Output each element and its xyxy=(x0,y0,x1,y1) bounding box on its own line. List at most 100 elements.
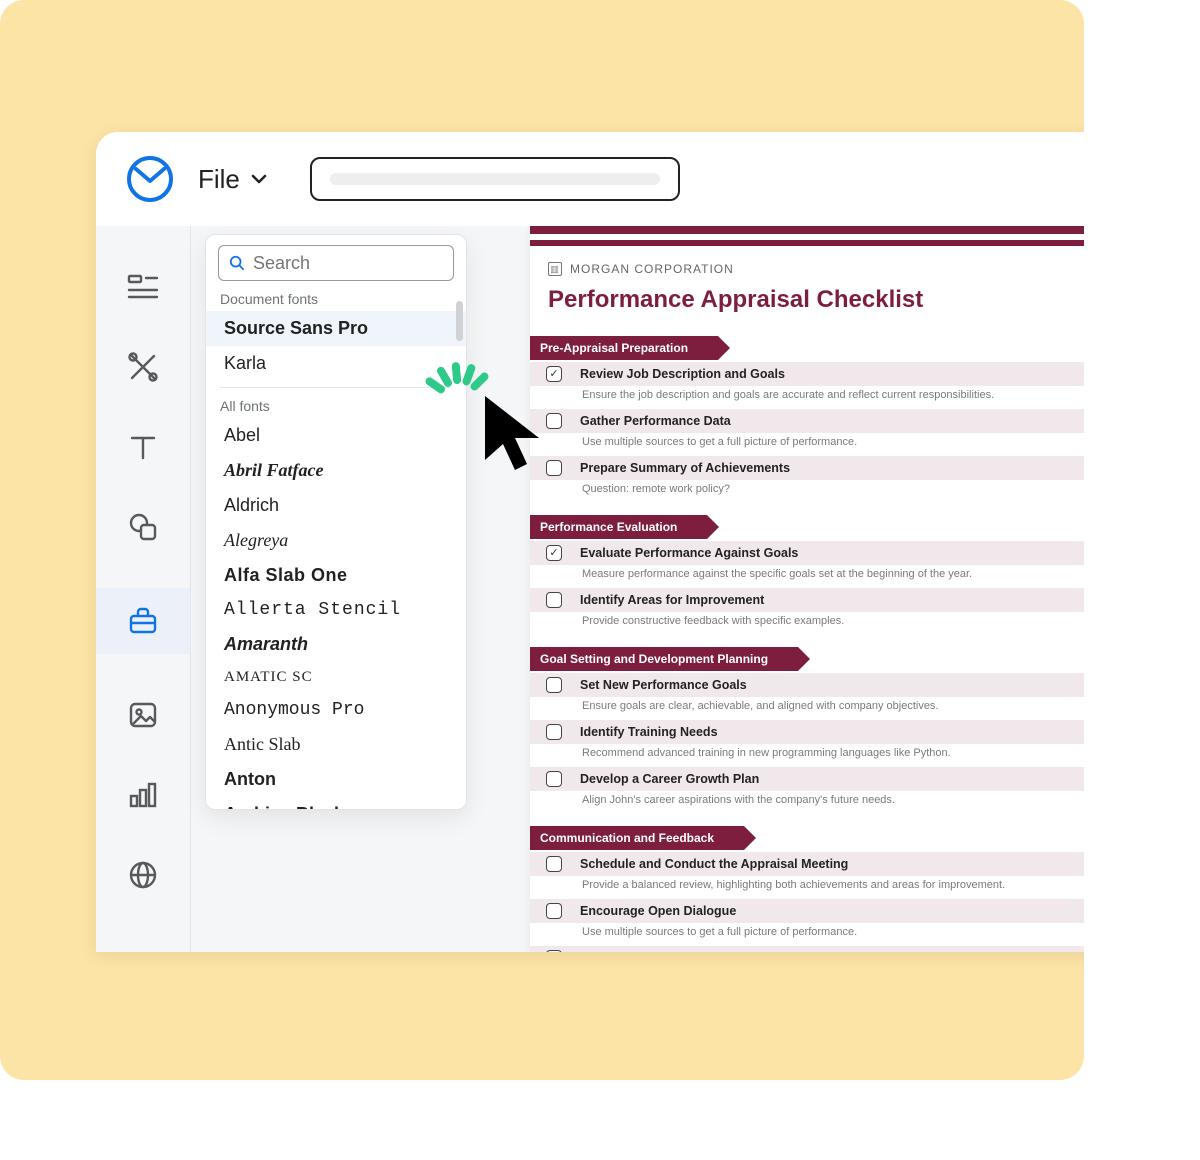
checklist-item-desc: Ensure goals are clear, achievable, and … xyxy=(530,697,1084,718)
checklist-item: Identify Training Needs xyxy=(530,720,1084,744)
font-option-anton[interactable]: Anton xyxy=(206,762,466,797)
side-panel: Document fonts Source Sans Pro Karla All… xyxy=(190,226,494,952)
app-header: File xyxy=(96,132,1084,226)
checklist-item-title: Review Job Description and Goals xyxy=(580,367,785,381)
search-icon xyxy=(229,254,245,272)
checklist-item-title: Encourage Open Dialogue xyxy=(580,904,736,918)
font-picker-popover: Document fonts Source Sans Pro Karla All… xyxy=(205,234,467,810)
font-option-allerta-stencil[interactable]: Allerta Stencil xyxy=(206,593,466,627)
font-search-input[interactable] xyxy=(218,245,454,281)
document-title: Performance Appraisal Checklist xyxy=(548,286,1072,314)
checklist-item-title: Identify Training Needs xyxy=(580,725,718,739)
left-tool-rail xyxy=(96,226,190,952)
document-sections: Pre-Appraisal Preparation Review Job Desc… xyxy=(530,336,1084,952)
section-header-label: Pre-Appraisal Preparation xyxy=(530,336,718,360)
font-divider xyxy=(220,387,452,388)
text-icon[interactable] xyxy=(124,428,162,466)
checklist-item-title: Schedule and Conduct the Appraisal Meeti… xyxy=(580,857,848,871)
app-body: Document fonts Source Sans Pro Karla All… xyxy=(96,226,1084,952)
checklist-item-title: Develop a Career Growth Plan xyxy=(580,772,759,786)
font-search-field[interactable] xyxy=(253,253,443,274)
checklist-item-title: Address Questions and Concerns xyxy=(580,951,781,952)
checklist-item-title: Set New Performance Goals xyxy=(580,678,747,692)
doc-fonts-label: Document fonts xyxy=(206,287,466,311)
checklist-item-desc: Use multiple sources to get a full pictu… xyxy=(530,433,1084,454)
checkbox[interactable] xyxy=(546,771,562,787)
checklist-item-title: Gather Performance Data xyxy=(580,414,731,428)
font-option-amatic-sc[interactable]: AMATIC SC xyxy=(206,662,466,693)
document-page: ▥ MORGAN CORPORATION Performance Apprais… xyxy=(530,226,1084,952)
globe-icon[interactable] xyxy=(124,856,162,894)
app-window: File xyxy=(96,132,1084,952)
checklist-item: Develop a Career Growth Plan xyxy=(530,767,1084,791)
checkbox[interactable] xyxy=(546,592,562,608)
font-option-source-sans-pro[interactable]: Source Sans Pro xyxy=(206,311,466,346)
checklist-item-desc: Recommend advanced training in new progr… xyxy=(530,744,1084,765)
font-option-abril-fatface[interactable]: Abril Fatface xyxy=(206,453,466,488)
tools-icon[interactable] xyxy=(124,348,162,386)
file-menu[interactable]: File xyxy=(198,164,268,195)
checkbox[interactable] xyxy=(546,856,562,872)
checkbox[interactable] xyxy=(546,903,562,919)
checklist-item-desc: Provide constructive feedback with speci… xyxy=(530,612,1084,633)
shapes-icon[interactable] xyxy=(124,508,162,546)
font-option-anonymous-pro[interactable]: Anonymous Pro xyxy=(206,693,466,727)
checklist-item: Set New Performance Goals xyxy=(530,673,1084,697)
checklist-item: Gather Performance Data xyxy=(530,409,1084,433)
font-option-amaranth[interactable]: Amaranth xyxy=(206,627,466,662)
font-option-karla[interactable]: Karla xyxy=(206,346,466,381)
section-header-label: Goal Setting and Development Planning xyxy=(530,647,798,671)
app-logo-icon xyxy=(126,155,174,203)
chart-icon[interactable] xyxy=(124,776,162,814)
document-canvas[interactable]: ▥ MORGAN CORPORATION Performance Apprais… xyxy=(494,226,1084,952)
checklist-item: Schedule and Conduct the Appraisal Meeti… xyxy=(530,852,1084,876)
checklist-item-desc: Provide a balanced review, highlighting … xyxy=(530,876,1084,897)
checkbox[interactable] xyxy=(546,413,562,429)
section-header: Goal Setting and Development Planning xyxy=(530,647,1084,671)
file-menu-label: File xyxy=(198,164,240,195)
checklist-item-desc: Use multiple sources to get a full pictu… xyxy=(530,923,1084,944)
chevron-down-icon xyxy=(250,170,268,188)
font-scroll-thumb[interactable] xyxy=(456,301,463,341)
font-option-abel[interactable]: Abel xyxy=(206,418,466,453)
checkbox[interactable] xyxy=(546,460,562,476)
font-option-archivo-black[interactable]: Archivo Black xyxy=(206,797,466,810)
checklist-item: Identify Areas for Improvement xyxy=(530,588,1084,612)
checklist-item: Encourage Open Dialogue xyxy=(530,899,1084,923)
image-icon[interactable] xyxy=(124,696,162,734)
checkbox[interactable] xyxy=(546,724,562,740)
section-header: Pre-Appraisal Preparation xyxy=(530,336,1084,360)
checklist-item-title: Prepare Summary of Achievements xyxy=(580,461,790,475)
checklist-item: Prepare Summary of Achievements xyxy=(530,456,1084,480)
checklist-item-desc: Align John's career aspirations with the… xyxy=(530,791,1084,812)
section-header-label: Performance Evaluation xyxy=(530,515,707,539)
company-line: ▥ MORGAN CORPORATION xyxy=(548,262,1072,276)
checklist-item: Review Job Description and Goals xyxy=(530,362,1084,386)
font-option-alegreya[interactable]: Alegreya xyxy=(206,523,466,558)
font-option-aldrich[interactable]: Aldrich xyxy=(206,488,466,523)
checkbox[interactable] xyxy=(546,677,562,693)
checkbox[interactable] xyxy=(546,545,562,561)
doc-border-top xyxy=(530,226,1084,234)
title-placeholder xyxy=(330,173,660,185)
layout-icon[interactable] xyxy=(124,268,162,306)
section-header: Communication and Feedback xyxy=(530,826,1084,850)
briefcase-icon[interactable] xyxy=(124,602,162,640)
company-name: MORGAN CORPORATION xyxy=(570,262,734,276)
checklist-item-title: Identify Areas for Improvement xyxy=(580,593,764,607)
font-option-alfa-slab-one[interactable]: Alfa Slab One xyxy=(206,558,466,593)
building-icon: ▥ xyxy=(548,262,562,276)
rail-active-highlight xyxy=(96,588,190,654)
checklist-item: Evaluate Performance Against Goals xyxy=(530,541,1084,565)
checklist-item-desc: Measure performance against the specific… xyxy=(530,565,1084,586)
checkbox[interactable] xyxy=(546,950,562,952)
checkbox[interactable] xyxy=(546,366,562,382)
font-option-antic-slab[interactable]: Antic Slab xyxy=(206,727,466,762)
document-title-input[interactable] xyxy=(310,157,680,201)
all-fonts-label: All fonts xyxy=(206,394,466,418)
checklist-item-title: Evaluate Performance Against Goals xyxy=(580,546,798,560)
checklist-item: Address Questions and Concerns xyxy=(530,946,1084,952)
section-header-label: Communication and Feedback xyxy=(530,826,744,850)
section-header: Performance Evaluation xyxy=(530,515,1084,539)
checklist-item-desc: Ensure the job description and goals are… xyxy=(530,386,1084,407)
